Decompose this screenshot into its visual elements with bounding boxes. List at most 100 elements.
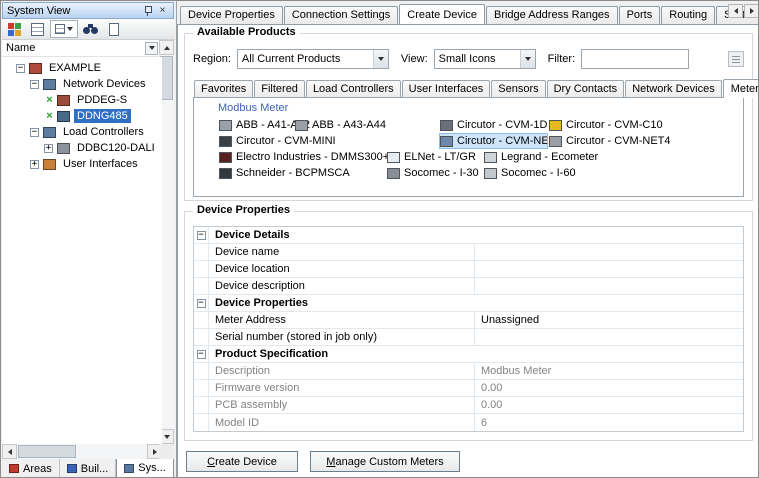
expand-icon[interactable]: + xyxy=(30,159,39,169)
dropdown-arrow-icon[interactable] xyxy=(372,50,388,68)
product-item[interactable]: ELNet - LT/GR xyxy=(386,149,483,165)
property-row[interactable]: Device name xyxy=(194,244,743,261)
property-row[interactable]: Device location xyxy=(194,261,743,278)
property-value[interactable] xyxy=(475,329,743,345)
view-options-button[interactable] xyxy=(50,20,78,38)
property-value[interactable]: Unassigned xyxy=(475,312,743,328)
region-combobox[interactable]: All Current Products xyxy=(236,49,389,69)
collapse-icon[interactable]: − xyxy=(196,298,206,308)
property-section-row[interactable]: − Product Specification xyxy=(194,346,743,363)
status-x-icon: × xyxy=(46,94,53,106)
tab-ports[interactable]: Ports xyxy=(618,6,661,24)
property-section-row[interactable]: − Device Details xyxy=(194,227,743,244)
scrollbar-thumb[interactable] xyxy=(18,445,76,458)
available-products-group: Available Products Region: All Current P… xyxy=(184,26,758,201)
category-tab-sensors[interactable]: Sensors xyxy=(491,80,546,97)
tree-item-load-controllers[interactable]: − Load Controllers xyxy=(2,124,162,140)
category-tab-load-controllers[interactable]: Load Controllers xyxy=(305,80,401,97)
manage-custom-meters-button[interactable]: Manage Custom Meters xyxy=(310,451,460,472)
property-section-row[interactable]: − Device Properties xyxy=(194,295,743,312)
tab-routing[interactable]: Routing xyxy=(661,6,716,24)
category-tab-filtered[interactable]: Filtered xyxy=(254,80,305,97)
scroll-right-icon xyxy=(749,8,754,14)
product-item[interactable]: Socomec - I-30 xyxy=(386,165,483,181)
category-tab-dry-contacts[interactable]: Dry Contacts xyxy=(546,80,625,97)
tree-item-example[interactable]: − EXAMPLE xyxy=(2,60,162,76)
find-button[interactable] xyxy=(81,20,101,38)
tree-item-network-devices[interactable]: − Network Devices xyxy=(2,76,162,92)
create-device-button[interactable]: Create Device xyxy=(186,451,298,472)
scroll-up-icon xyxy=(163,45,170,50)
collapse-icon[interactable]: − xyxy=(196,230,206,240)
property-row[interactable]: Device description xyxy=(194,278,743,295)
category-tab-favorites[interactable]: Favorites xyxy=(194,80,254,97)
category-tab-meters[interactable]: Meters xyxy=(722,79,758,98)
list-options-button[interactable] xyxy=(728,51,744,67)
scroll-down-icon xyxy=(163,434,170,439)
tab-device-properties[interactable]: Device Properties xyxy=(180,6,283,24)
collapse-icon[interactable]: − xyxy=(16,63,25,73)
editor-tab-strip: Device Properties Connection Settings Cr… xyxy=(177,3,758,24)
property-row[interactable]: Description Modbus Meter xyxy=(194,363,743,380)
tree-item-user-interfaces[interactable]: + User Interfaces xyxy=(2,156,162,172)
tab-connection-settings[interactable]: Connection Settings xyxy=(283,6,399,24)
product-item[interactable]: Circutor - CVM-C10 xyxy=(548,117,663,133)
expand-icon[interactable]: + xyxy=(44,143,53,153)
product-item[interactable]: Legrand - Ecometer xyxy=(483,149,598,165)
scroll-up-button[interactable] xyxy=(159,40,174,55)
product-filter-row: Region: All Current Products View: Small… xyxy=(193,48,744,70)
tree-horizontal-scrollbar[interactable] xyxy=(2,444,162,459)
meter-icon xyxy=(440,119,453,131)
tab-scroll-right-button[interactable] xyxy=(744,4,758,18)
tree-item-ddng485[interactable]: × DDNG485 xyxy=(2,108,162,124)
property-value[interactable] xyxy=(475,261,743,277)
property-value[interactable] xyxy=(475,278,743,294)
product-item[interactable]: ABB - A43-A44 xyxy=(294,117,439,133)
meter-icon xyxy=(440,135,453,147)
column-filter-button[interactable] xyxy=(145,41,158,55)
product-item-selected[interactable]: Circutor - CVM-NET xyxy=(439,133,555,149)
property-row[interactable]: Model ID 6 xyxy=(194,414,743,431)
dock-tab-builder[interactable]: Buil... xyxy=(60,459,117,477)
add-items-button[interactable] xyxy=(4,20,24,38)
list-view-button[interactable] xyxy=(27,20,47,38)
region-label: Region: xyxy=(193,53,231,65)
product-item[interactable]: ABB - A41-A42 xyxy=(218,117,310,133)
property-row[interactable]: Meter Address Unassigned xyxy=(194,312,743,329)
dock-tab-areas[interactable]: Areas xyxy=(2,459,60,477)
dropdown-arrow-icon[interactable] xyxy=(519,50,535,68)
report-icon xyxy=(109,22,119,36)
scroll-left-button[interactable] xyxy=(2,444,17,459)
property-row[interactable]: PCB assembly 0.00 xyxy=(194,397,743,414)
tree-item-ddbc120-dali[interactable]: + DDBC120-DALI xyxy=(2,140,162,156)
filter-input[interactable] xyxy=(581,49,690,69)
category-tab-network-devices[interactable]: Network Devices xyxy=(625,80,722,97)
tab-scroll-left-button[interactable] xyxy=(728,4,743,18)
tree-item-pddeg-s[interactable]: × PDDEG-S xyxy=(2,92,162,108)
product-item[interactable]: Circutor - CVM-NET4 xyxy=(548,133,671,149)
tree-column-header[interactable]: Name xyxy=(2,40,162,57)
tab-bridge-address-ranges[interactable]: Bridge Address Ranges xyxy=(485,6,618,24)
property-value: Modbus Meter xyxy=(481,365,552,377)
product-item[interactable]: Circutor - CVM-1D xyxy=(439,117,548,133)
product-item[interactable]: Circutor - CVM-MINI xyxy=(218,133,439,149)
collapse-icon[interactable]: − xyxy=(30,127,39,137)
property-row[interactable]: Firmware version 0.00 xyxy=(194,380,743,397)
property-row[interactable]: Serial number (stored in job only) xyxy=(194,329,743,346)
collapse-icon[interactable]: − xyxy=(30,79,39,89)
pin-button[interactable] xyxy=(141,4,154,17)
meter-icon xyxy=(219,151,232,163)
property-value[interactable] xyxy=(475,244,743,260)
close-button[interactable]: × xyxy=(156,4,169,17)
dock-tab-system[interactable]: Sys... xyxy=(116,459,174,477)
pin-icon xyxy=(143,5,152,16)
report-button[interactable] xyxy=(104,20,124,38)
tab-create-device[interactable]: Create Device xyxy=(399,4,485,24)
meter-icon xyxy=(549,119,562,131)
category-tab-user-interfaces[interactable]: User Interfaces xyxy=(401,80,491,97)
product-item[interactable]: Schneider - BCPMSCA xyxy=(218,165,386,181)
collapse-icon[interactable]: − xyxy=(196,349,206,359)
product-item[interactable]: Socomec - I-60 xyxy=(483,165,576,181)
view-combobox[interactable]: Small Icons xyxy=(433,49,536,69)
product-item[interactable]: Electro Industries - DMMS300+ xyxy=(218,149,389,165)
